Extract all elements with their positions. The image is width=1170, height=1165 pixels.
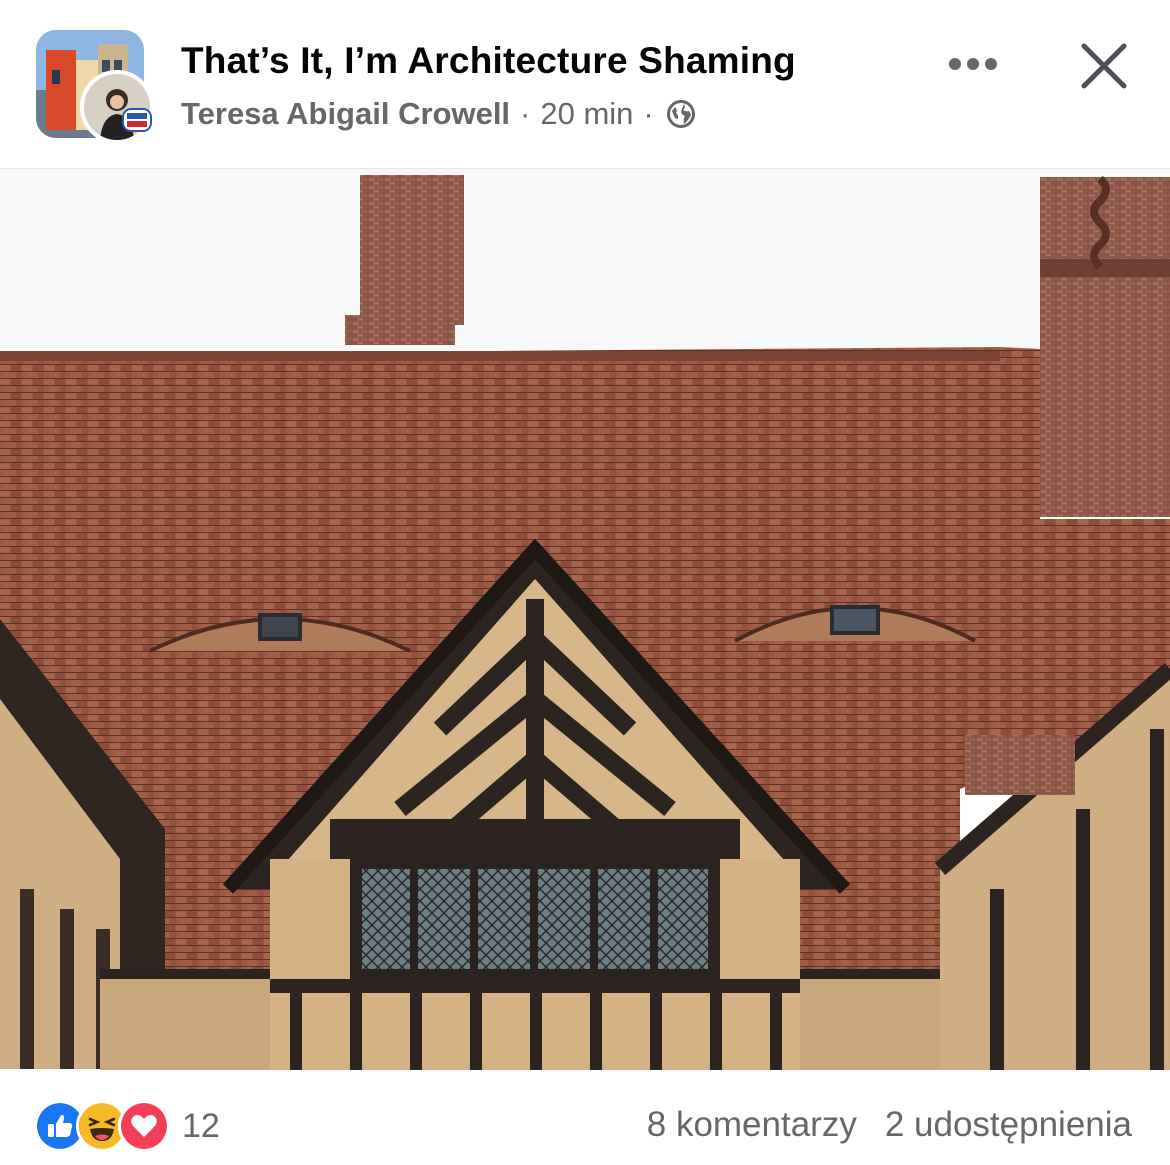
more-horizontal-icon	[949, 58, 997, 70]
post-photo[interactable]	[0, 169, 1170, 1070]
love-icon	[118, 1100, 170, 1152]
author-name-link[interactable]: Teresa Abigail Crowell	[181, 96, 510, 132]
shares-count-link[interactable]: 2 udostępnienia	[885, 1105, 1132, 1145]
close-button[interactable]	[1076, 38, 1132, 94]
avatar-stack[interactable]	[36, 30, 154, 144]
comments-count-link[interactable]: 8 komentarzy	[647, 1105, 857, 1145]
close-icon	[1081, 43, 1127, 89]
globe-icon	[666, 100, 695, 128]
vote-badge-icon	[122, 108, 152, 132]
post-time-link[interactable]: 20 min	[540, 96, 633, 132]
reactions-summary[interactable]: 12	[34, 1100, 220, 1152]
author-avatar[interactable]	[80, 70, 154, 144]
more-options-button[interactable]	[942, 44, 1004, 84]
post-header: That’s It, I’m Architecture Shaming Tere…	[0, 0, 1170, 169]
reaction-count: 12	[182, 1106, 220, 1145]
meta-separator: ·	[643, 96, 654, 131]
post-meta: Teresa Abigail Crowell · 20 min ·	[181, 96, 696, 132]
group-name-link[interactable]: That’s It, I’m Architecture Shaming	[181, 40, 796, 82]
meta-separator: ·	[520, 96, 531, 131]
post-stats: 8 komentarzy 2 udostępnienia	[647, 1105, 1132, 1145]
